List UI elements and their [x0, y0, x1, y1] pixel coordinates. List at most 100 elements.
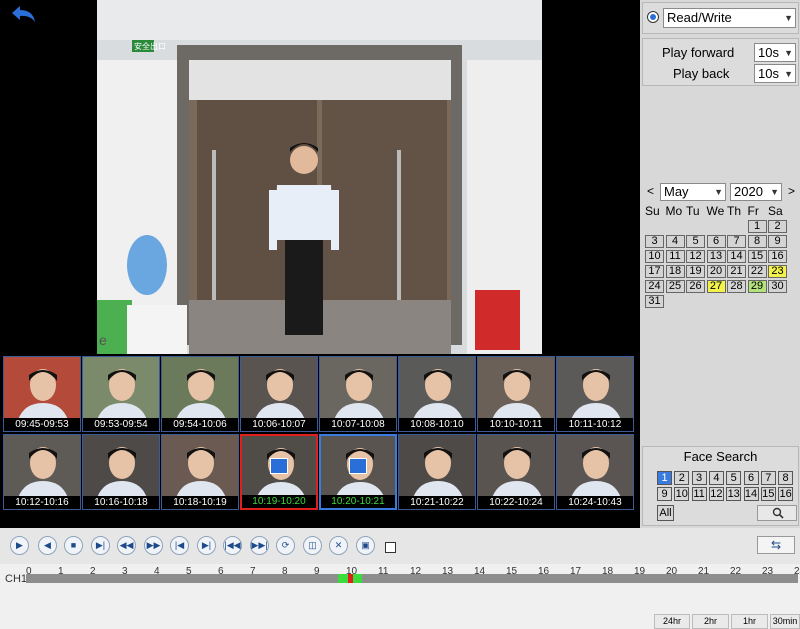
calendar-day[interactable]: 15 [747, 250, 767, 263]
calendar-day[interactable]: 21 [727, 265, 746, 278]
mode-radio[interactable] [647, 11, 659, 23]
face-search-number[interactable]: 4 [708, 471, 724, 485]
sync-checkbox[interactable] [385, 542, 396, 553]
face-search-number[interactable]: 13 [726, 487, 742, 501]
calendar-day[interactable]: 1 [747, 220, 767, 233]
calendar-day[interactable]: 3 [645, 235, 664, 248]
face-thumbnail[interactable]: 10:22-10:24 [477, 434, 555, 510]
calendar-day[interactable]: 13 [706, 250, 726, 263]
reverse-play-button[interactable]: ◀ [38, 536, 57, 555]
face-thumbnail[interactable]: 10:21-10:22 [398, 434, 476, 510]
prev-record-button[interactable]: |◀ [170, 536, 189, 555]
calendar-day[interactable]: 9 [768, 235, 787, 248]
face-search-number[interactable]: 14 [743, 487, 759, 501]
face-thumbnail-grid: 09:45-09:53 09:53-09:54 09:54-10:06 10:06-1… [3, 356, 637, 512]
calendar-day[interactable]: 31 [645, 295, 664, 308]
mode-select[interactable]: Read/Write ▼ [663, 8, 796, 28]
next-day-button[interactable]: ▶▶| [250, 536, 269, 555]
calendar-day[interactable]: 19 [686, 265, 705, 278]
face-thumbnail[interactable]: 10:08-10:10 [398, 356, 476, 432]
face-thumbnail[interactable]: 10:10-10:11 [477, 356, 555, 432]
snapshot-button[interactable]: ◫ [303, 536, 322, 555]
face-thumbnail[interactable]: 10:18-10:19 [161, 434, 239, 510]
face-thumbnail[interactable]: 10:24-10:43 [556, 434, 634, 510]
face-search-number[interactable]: 1 [657, 471, 672, 485]
calendar-day[interactable]: 27 [706, 280, 726, 293]
calendar-day[interactable]: 8 [747, 235, 767, 248]
face-thumbnail[interactable]: 10:12-10:16 [3, 434, 81, 510]
back-arrow-icon[interactable] [10, 4, 38, 24]
stop-button[interactable]: ■ [64, 536, 83, 555]
thumbnail-time: 10:07-10:08 [320, 418, 396, 431]
year-select[interactable]: 2020 ▼ [730, 183, 782, 201]
face-thumbnail[interactable]: 10:07-10:08 [319, 356, 397, 432]
calendar-day[interactable]: 29 [747, 280, 767, 293]
next-record-button[interactable]: ▶| [197, 536, 216, 555]
face-search-number[interactable]: 16 [778, 487, 794, 501]
zoom-button-1hr[interactable]: 1hr [731, 614, 768, 629]
calendar-day[interactable]: 18 [665, 265, 685, 278]
zoom-button-2hr[interactable]: 2hr [692, 614, 729, 629]
face-search-number[interactable]: 8 [778, 471, 794, 485]
face-thumbnail[interactable]: 09:53-09:54 [82, 356, 160, 432]
prev-month-button[interactable]: < [647, 184, 654, 198]
face-thumbnail[interactable]: 10:16-10:18 [82, 434, 160, 510]
video-player[interactable]: 安全出口 e [97, 0, 542, 354]
face-thumbnail[interactable]: 09:45-09:53 [3, 356, 81, 432]
face-image [83, 357, 159, 420]
calendar-day[interactable]: 20 [706, 265, 726, 278]
calendar-day[interactable]: 10 [645, 250, 664, 263]
zoom-button-24hr[interactable]: 24hr [654, 614, 690, 629]
face-search-number[interactable]: 5 [726, 471, 742, 485]
calendar-day[interactable]: 5 [686, 235, 705, 248]
calendar-day[interactable]: 4 [665, 235, 685, 248]
loop-button[interactable]: ⟳ [276, 536, 295, 555]
fast-button[interactable]: ▶▶ [144, 536, 163, 555]
refresh-button[interactable]: ⇆ [757, 536, 795, 554]
calendar-day[interactable]: 17 [645, 265, 664, 278]
timeline-track[interactable] [26, 574, 798, 583]
face-thumbnail[interactable]: 10:06-10:07 [240, 356, 318, 432]
calendar-day[interactable]: 30 [768, 280, 787, 293]
face-search-number[interactable]: 10 [674, 487, 690, 501]
calendar-day[interactable]: 26 [686, 280, 705, 293]
calendar-day[interactable]: 24 [645, 280, 664, 293]
calendar-day[interactable]: 11 [665, 250, 685, 263]
face-search-number[interactable]: 6 [743, 471, 759, 485]
face-thumbnail[interactable]: 10:19-10:20 [240, 434, 318, 510]
face-search-number[interactable]: 15 [760, 487, 776, 501]
search-button[interactable] [757, 505, 797, 521]
step-forward-button[interactable]: ▶| [91, 536, 110, 555]
calendar-day[interactable]: 25 [665, 280, 685, 293]
play-forward-select[interactable]: 10s ▼ [754, 43, 796, 62]
face-search-number[interactable]: 9 [657, 487, 672, 501]
month-select[interactable]: May ▼ [660, 183, 726, 201]
calendar-day[interactable]: 12 [686, 250, 705, 263]
year-value: 2020 [734, 184, 763, 199]
calendar-day[interactable]: 23 [768, 265, 787, 278]
zoom-button-30min[interactable]: 30min [770, 614, 800, 629]
face-thumbnail[interactable]: 10:11-10:12 [556, 356, 634, 432]
slow-button[interactable]: ◀◀ [117, 536, 136, 555]
face-search-number[interactable]: 12 [708, 487, 724, 501]
save-button[interactable]: ▣ [356, 536, 375, 555]
all-button[interactable]: All [657, 505, 674, 521]
next-month-button[interactable]: > [788, 184, 795, 198]
face-search-number[interactable]: 3 [691, 471, 707, 485]
calendar-day[interactable]: 14 [727, 250, 746, 263]
calendar-day[interactable]: 6 [706, 235, 726, 248]
face-search-number[interactable]: 7 [760, 471, 776, 485]
play-back-select[interactable]: 10s ▼ [754, 64, 796, 83]
face-search-number[interactable]: 2 [674, 471, 690, 485]
face-thumbnail[interactable]: 09:54-10:06 [161, 356, 239, 432]
calendar-day[interactable]: 22 [747, 265, 767, 278]
calendar-day[interactable]: 7 [727, 235, 746, 248]
calendar-day[interactable]: 28 [727, 280, 746, 293]
play-button[interactable]: ▶ [10, 536, 29, 555]
calendar-day[interactable]: 2 [768, 220, 787, 233]
face-thumbnail[interactable]: 10:20-10:21 [319, 434, 397, 510]
clip-button[interactable]: ✕ [329, 536, 348, 555]
calendar-day[interactable]: 16 [768, 250, 787, 263]
face-search-number[interactable]: 11 [691, 487, 707, 501]
prev-day-button[interactable]: |◀◀ [223, 536, 242, 555]
